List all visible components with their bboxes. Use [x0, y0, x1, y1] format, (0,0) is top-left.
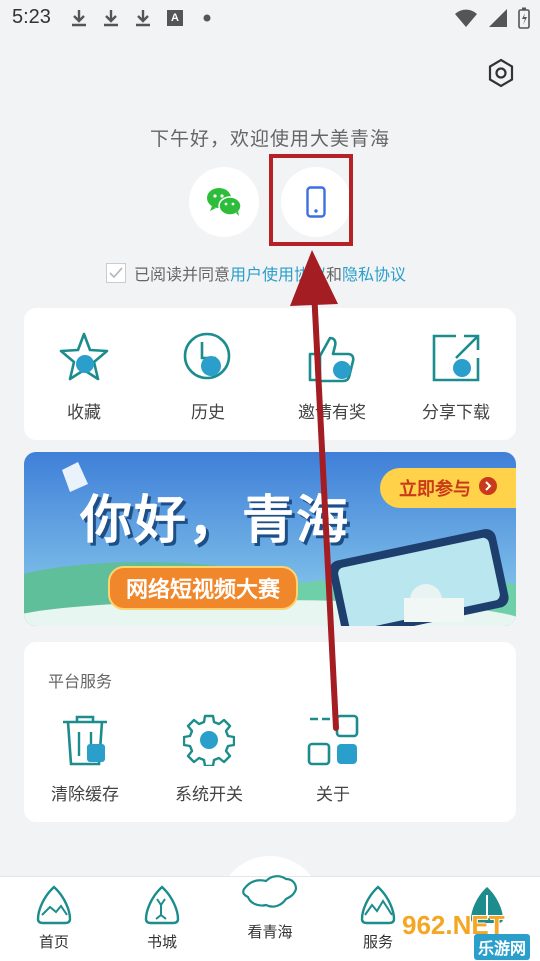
download-icon — [134, 8, 152, 28]
banner-cta-label: 立即参与 — [399, 479, 471, 500]
service-item-system-switch[interactable]: 系统开关 — [154, 714, 264, 805]
grid-icon — [307, 714, 359, 766]
wechat-icon — [207, 188, 242, 216]
settings-hex-icon — [488, 58, 514, 88]
status-bar: 5:23 A — [0, 0, 540, 36]
banner-title: 你好，青海 — [80, 491, 351, 551]
download-icon — [70, 8, 88, 28]
wechat-login-button[interactable] — [189, 167, 259, 237]
app-badge-icon: A — [166, 8, 184, 28]
promo-banner[interactable]: 你好，青海 网络短视频大赛 立即参与 — [24, 452, 516, 626]
service-item-label: 清除缓存 — [51, 785, 119, 805]
tab-label: 书城 — [146, 933, 177, 951]
book-deer-icon — [143, 885, 181, 925]
tab-home[interactable]: 首页 — [14, 885, 94, 952]
tab-books[interactable]: 书城 — [122, 885, 202, 952]
star-icon — [56, 330, 112, 386]
service-mountain-icon — [359, 885, 397, 925]
quick-item-history[interactable]: 历史 — [158, 330, 258, 423]
check-icon — [109, 267, 123, 279]
settings-button[interactable] — [486, 58, 516, 88]
download-icon — [102, 8, 120, 28]
quick-actions-card: 收藏 历史 邀请有奖 分享下载 — [24, 308, 516, 440]
quick-item-label: 分享下载 — [422, 403, 490, 423]
share-icon — [428, 330, 484, 386]
service-item-label: 系统开关 — [175, 785, 243, 805]
banner-subtitle: 网络短视频大赛 — [108, 566, 299, 610]
chevron-right-icon — [479, 477, 497, 499]
service-item-clear-cache[interactable]: 清除缓存 — [30, 714, 140, 805]
services-title: 平台服务 — [48, 672, 113, 691]
status-right — [454, 7, 530, 33]
quick-item-label: 历史 — [191, 403, 225, 423]
tab-label: 看青海 — [247, 923, 293, 941]
service-item-about[interactable]: 关于 — [278, 714, 388, 805]
service-item-label: 关于 — [316, 785, 350, 805]
quick-item-share[interactable]: 分享下载 — [406, 330, 506, 423]
highlight-box — [269, 154, 353, 246]
agreement-checkbox[interactable] — [106, 263, 126, 283]
app-badge-label: A — [167, 10, 183, 26]
quick-item-invite[interactable]: 邀请有奖 — [282, 330, 382, 423]
status-time: 5:23 — [12, 6, 51, 28]
gear-icon — [182, 714, 236, 768]
greeting-text: 下午好，欢迎使用大美青海 — [149, 128, 390, 150]
agreement-row: 已阅读并同意 用户使用协议 和 隐私协议 — [106, 260, 406, 286]
watermark-name: 乐游网 — [474, 934, 531, 960]
agreement-conjunction: 和 — [326, 265, 343, 284]
thumbs-up-icon — [304, 330, 360, 386]
dot-icon — [198, 8, 216, 28]
wifi-icon — [454, 8, 478, 32]
tab-see-qinghai[interactable]: 看青海 — [230, 871, 310, 942]
quick-item-label: 邀请有奖 — [298, 403, 366, 423]
clock-icon — [180, 330, 236, 386]
services-card: 平台服务 清除缓存 系统开关 关于 — [24, 642, 516, 822]
battery-icon — [518, 7, 530, 33]
tab-label: 首页 — [38, 933, 69, 951]
quick-item-label: 收藏 — [67, 403, 101, 423]
qinghai-map-icon — [240, 871, 300, 915]
privacy-policy-link[interactable]: 隐私协议 — [342, 261, 406, 285]
quick-item-favorites[interactable]: 收藏 — [34, 330, 134, 423]
signal-icon — [488, 8, 508, 32]
trash-icon — [59, 714, 111, 766]
agreement-prefix: 已阅读并同意 — [134, 265, 231, 284]
notification-icons: A — [70, 8, 216, 28]
user-agreement-link[interactable]: 用户使用协议 — [230, 261, 326, 285]
banner-cta-button[interactable]: 立即参与 — [380, 468, 516, 508]
site-watermark: 962.NET 乐游网 — [402, 910, 536, 960]
home-mountain-icon — [35, 885, 73, 925]
